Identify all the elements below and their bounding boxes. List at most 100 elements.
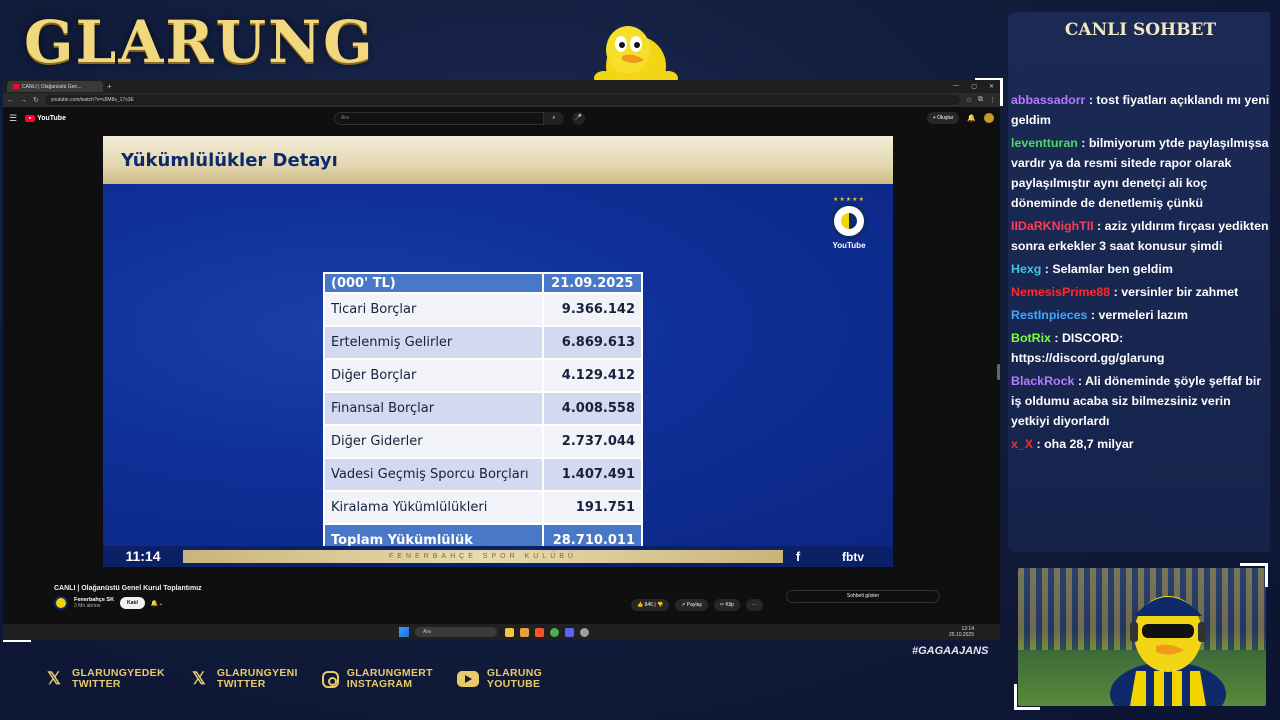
star-icon[interactable]: ☆ — [966, 96, 972, 104]
maximize-icon[interactable]: ▢ — [971, 83, 977, 90]
avatar[interactable] — [984, 113, 994, 123]
ticker-time: 11:14 — [125, 548, 161, 564]
url-field[interactable]: youtube.com/watch?v=s5M8s_17s3E — [44, 95, 960, 105]
frame-corner — [1240, 563, 1268, 587]
taskbar-apps — [505, 627, 589, 637]
ticker-band: FENERBAHÇE SPOR KULÜBÜ — [183, 550, 783, 563]
chat-scrollbar[interactable] — [1270, 12, 1273, 552]
mascot-streamer-image — [1110, 596, 1226, 706]
row-value: 2.737.044 — [541, 424, 644, 459]
settings-icon[interactable] — [580, 627, 589, 637]
social-item: GLARUNGMERT INSTAGRAM — [321, 668, 433, 690]
chat-message: RestInpieces : vermeleri lazım — [1011, 305, 1271, 325]
table-row: Ertelenmiş Gelirler 6.869.613 — [323, 325, 644, 360]
channel-info: Fenerbahçe SK 3 Mn abone Katıl 🔔⌄ — [54, 596, 163, 610]
browser-tab[interactable]: CANLI | Olağanüstü Gen... — [7, 81, 103, 92]
ticker-channel: fbtv — [842, 549, 864, 564]
chat-username[interactable]: BlackRock — [1011, 374, 1074, 388]
club-crest-icon — [831, 203, 867, 239]
row-label: Vadesi Geçmiş Sporcu Borçları — [323, 457, 544, 492]
taskbar-search-input[interactable]: Ara — [415, 627, 497, 637]
table-row: Diğer Borçlar 4.129.412 — [323, 358, 644, 393]
chat-username[interactable]: NemesisPrime88 — [1011, 285, 1110, 299]
chat-separator: : — [1087, 308, 1099, 322]
chat-username[interactable]: IIDaRKNighTII — [1011, 219, 1094, 233]
window-controls: — ▢ ✕ — [953, 83, 1000, 90]
facebook-icon: f — [795, 549, 801, 564]
youtube-search-input[interactable]: Ara — [333, 111, 544, 125]
row-value: 9.366.142 — [541, 292, 644, 327]
row-value: 191.751 — [541, 490, 644, 525]
social-item: 𝕏 GLARUNGYENI TWITTER — [189, 668, 298, 690]
folder-icon[interactable] — [520, 627, 529, 637]
search-icon[interactable]: ⌕ — [543, 111, 564, 125]
more-icon[interactable]: ⋯ — [745, 599, 763, 611]
share-button[interactable]: ↗ Paylaş — [675, 599, 708, 611]
chat-separator: : — [1033, 437, 1045, 451]
subscribe-bell-icon[interactable]: 🔔⌄ — [151, 600, 164, 607]
show-chat-button[interactable]: Sohbeti göster — [786, 590, 940, 603]
reload-icon[interactable]: ↻ — [33, 96, 39, 104]
extensions-icon[interactable]: ⧉ — [978, 96, 983, 104]
youtube-favicon-icon — [13, 84, 19, 89]
row-value: 4.129.412 — [541, 358, 644, 393]
create-button[interactable]: + Oluştur — [926, 112, 960, 124]
chat-message: abbassadorr : tost fiyatları açıklandı m… — [1011, 90, 1271, 130]
browser-window: CANLI | Olağanüstü Gen... + — ▢ ✕ ← → ↻ … — [3, 80, 1000, 640]
chat-message: Hexg : Selamlar ben geldim — [1011, 259, 1271, 279]
like-button[interactable]: 👍 846 | 👎 — [631, 599, 670, 611]
chat-username[interactable]: BotRix — [1011, 331, 1051, 345]
table-header-row: (000' TL) 21.09.2025 — [323, 272, 644, 294]
youtube-play-icon — [25, 114, 36, 122]
chat-username[interactable]: RestInpieces — [1011, 308, 1087, 322]
chat-message: x_X : oha 28,7 milyar — [1011, 434, 1271, 454]
row-label: Finansal Borçlar — [323, 391, 544, 426]
join-button[interactable]: Katıl — [120, 597, 145, 609]
back-icon[interactable]: ← — [7, 97, 14, 104]
notifications-bell-icon[interactable]: 🔔 — [967, 114, 976, 122]
brand-logo: GLARUNG — [24, 8, 375, 76]
stars-icon: ★★★★★ — [833, 197, 865, 203]
close-icon[interactable]: ✕ — [989, 83, 994, 90]
chat-message: leventturan : bilmiyorum ytde paylaşılmı… — [1011, 133, 1271, 213]
page-scrollbar[interactable] — [997, 364, 1000, 380]
social-platform: INSTAGRAM — [346, 678, 413, 690]
clock-date: 25.10.2025 — [948, 632, 974, 638]
microphone-icon[interactable]: 🎤 — [571, 111, 585, 125]
chat-text: versinler bir zahmet — [1121, 285, 1239, 299]
file-explorer-icon[interactable] — [505, 627, 514, 637]
youtube-icon — [456, 671, 479, 687]
create-label: Oluştur — [937, 115, 954, 121]
video-player[interactable]: Yükümlülükler Detayı ★★★★★ YouTube (000'… — [103, 136, 893, 567]
taskbar-clock[interactable]: 12:14 25.10.2025 — [949, 626, 974, 638]
youtube-logo[interactable]: YouTube — [25, 114, 66, 122]
menu-icon[interactable]: ⋮ — [989, 96, 996, 104]
chat-username[interactable]: leventturan — [1011, 136, 1078, 150]
windows-taskbar: Ara 12:14 25.10.2025 — [3, 624, 1000, 640]
clip-button[interactable]: ✂ Klip — [713, 599, 740, 611]
clip-label: Klip — [725, 602, 734, 608]
hamburger-menu-icon[interactable]: ☰ — [9, 113, 17, 124]
discord-icon[interactable] — [565, 627, 574, 637]
social-item: 𝕏 GLARUNGYEDEK TWITTER — [44, 668, 165, 690]
chat-username[interactable]: Hexg — [1011, 262, 1041, 276]
table-header-unit: (000' TL) — [323, 272, 544, 294]
chat-username[interactable]: x_X — [1011, 437, 1033, 451]
new-tab-icon[interactable]: + — [107, 82, 112, 91]
video-actions: 👍 846 | 👎 ↗ Paylaş ✂ Klip ⋯ — [631, 599, 763, 611]
forward-icon[interactable]: → — [20, 97, 27, 104]
minimize-icon[interactable]: — — [953, 83, 959, 90]
social-platform: YOUTUBE — [486, 678, 541, 690]
brave-icon[interactable] — [535, 627, 544, 637]
chat-title: CANLI SOHBET — [1064, 20, 1217, 40]
windows-start-icon[interactable] — [399, 627, 409, 637]
chrome-icon[interactable] — [550, 627, 559, 637]
chat-username[interactable]: abbassadorr — [1011, 93, 1085, 107]
instagram-icon — [321, 670, 339, 688]
chat-message: NemesisPrime88 : versinler bir zahmet — [1011, 282, 1271, 302]
tab-title: CANLI | Olağanüstü Gen... — [22, 83, 82, 90]
chat-separator: : — [1050, 331, 1062, 345]
channel-avatar[interactable] — [54, 596, 68, 610]
channel-subscribers: 3 Mn abone — [74, 603, 101, 609]
social-platform: TWITTER — [72, 678, 121, 690]
